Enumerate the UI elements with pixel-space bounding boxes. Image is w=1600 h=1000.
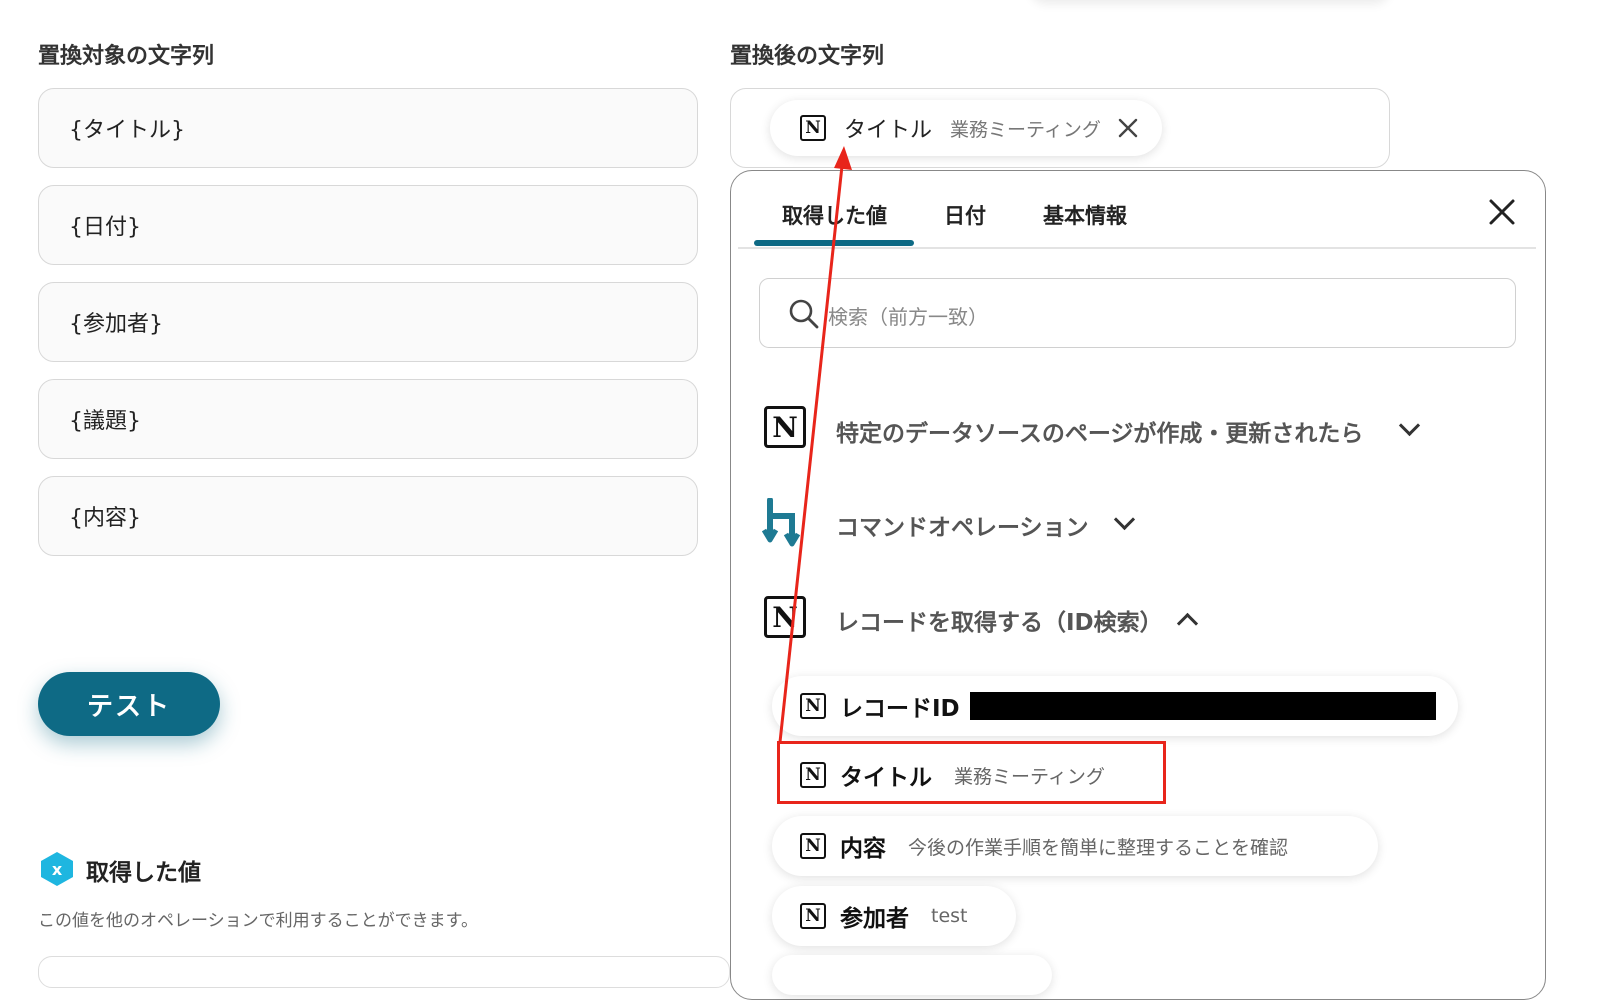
annotation-arrow <box>778 146 852 743</box>
